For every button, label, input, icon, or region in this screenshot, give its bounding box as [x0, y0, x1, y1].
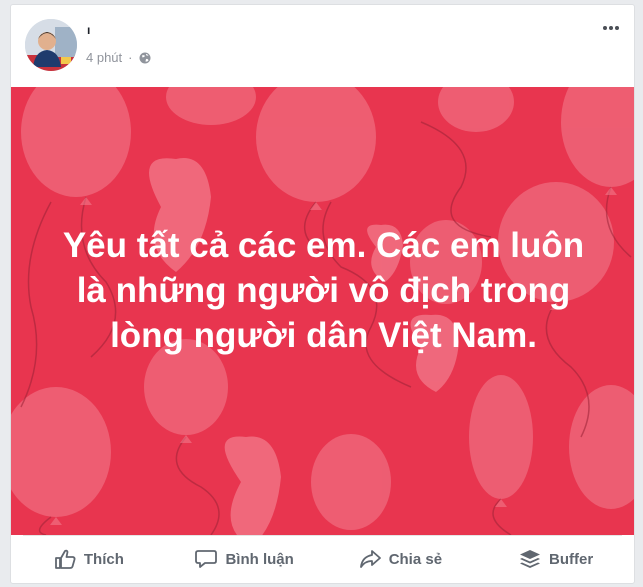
avatar[interactable] — [25, 19, 77, 71]
post-timestamp[interactable]: 4 phút — [86, 50, 122, 65]
post-card: ı 4 phút · Yêu tất cả các em. Các em luô… — [10, 4, 635, 584]
post-text: Yêu tất cả các em. Các em luôn là những … — [62, 226, 585, 355]
buffer-label: Buffer — [549, 550, 594, 568]
comment-label: Bình luận — [225, 550, 294, 568]
globe-icon[interactable] — [139, 52, 151, 64]
like-button[interactable]: Thích — [11, 536, 167, 582]
thumbs-up-icon — [54, 549, 76, 569]
more-options-icon[interactable] — [600, 21, 622, 35]
buffer-icon — [520, 550, 541, 568]
comment-icon — [195, 550, 218, 568]
post-meta: 4 phút · — [86, 50, 151, 65]
like-label: Thích — [83, 550, 124, 568]
share-button[interactable]: Chia sẻ — [323, 536, 479, 582]
share-label: Chia sẻ — [388, 550, 443, 568]
avatar-image — [25, 19, 77, 71]
post-background: Yêu tất cả các em. Các em luôn là những … — [11, 87, 634, 535]
buffer-button[interactable]: Buffer — [478, 536, 634, 582]
share-icon — [359, 550, 381, 568]
meta-separator: · — [128, 50, 133, 65]
author-name[interactable]: ı — [87, 23, 90, 37]
comment-button[interactable]: Bình luận — [167, 536, 323, 582]
post-actions: Thích Bình luận Chia sẻ Buffer — [11, 536, 634, 582]
post-header: ı 4 phút · — [11, 5, 634, 87]
